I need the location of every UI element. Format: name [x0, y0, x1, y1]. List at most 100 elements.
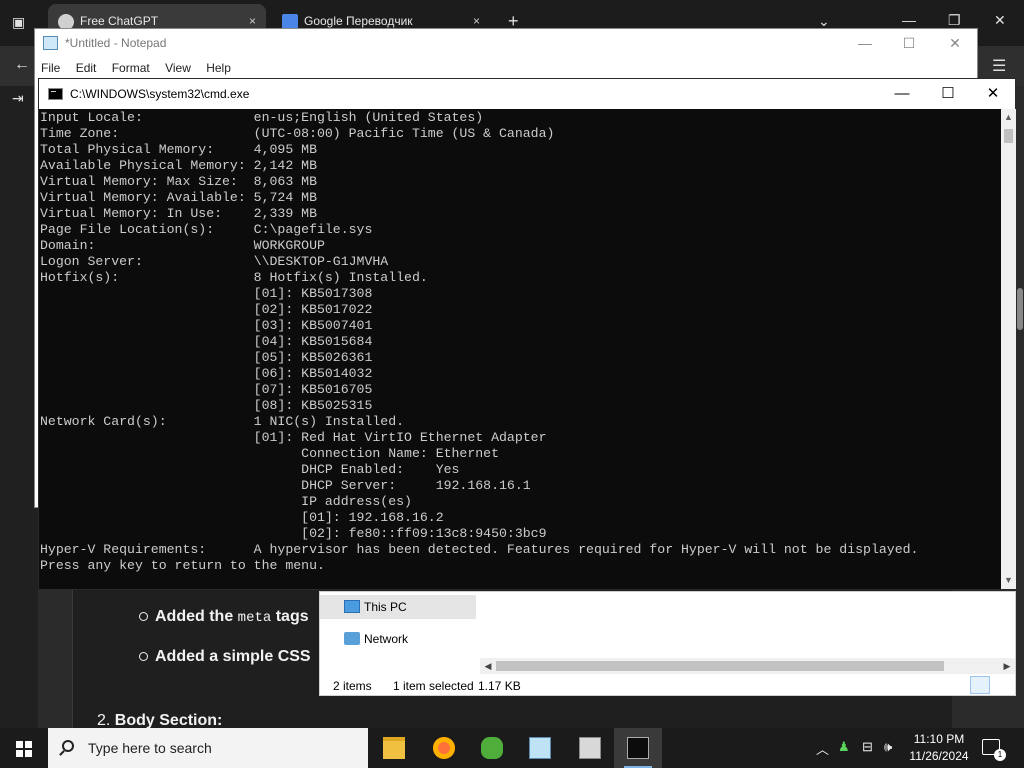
scroll-down-icon[interactable]: ▼	[1001, 572, 1016, 589]
volume-icon[interactable]: 🕪	[884, 739, 892, 755]
notepad-minimize-icon[interactable]: —	[855, 33, 875, 53]
nav-item-this-pc[interactable]: This PC	[320, 595, 476, 619]
menu-icon[interactable]: ☰	[992, 56, 1006, 76]
scroll-right-icon[interactable]: ▶	[999, 658, 1015, 674]
start-button[interactable]	[0, 728, 48, 768]
console-line: [03]: KB5007401	[40, 318, 373, 333]
menu-file[interactable]: File	[41, 57, 60, 79]
nav-item-label: Network	[364, 632, 409, 646]
section-title: Body Section:	[114, 712, 223, 729]
browser-scrollbar[interactable]	[1016, 86, 1024, 728]
computer-icon	[344, 600, 360, 613]
clock-time: 11:10 PM	[913, 732, 965, 746]
console-line: Page File Location(s): C:\pagefile.sys	[40, 222, 373, 237]
scroll-left-icon[interactable]: ◀	[480, 658, 496, 674]
users-icon	[481, 737, 503, 759]
bullet-icon	[139, 652, 148, 662]
people-icon[interactable]: ♟	[838, 739, 850, 755]
console-line: [04]: KB5015684	[40, 334, 373, 349]
cmd-close-icon[interactable]: ✕	[970, 81, 1016, 107]
notepad-close-icon[interactable]: ✕	[945, 33, 965, 53]
cmd-app-icon	[48, 88, 63, 100]
console-output[interactable]: Input Locale: en-us;English (United Stat…	[39, 109, 1001, 589]
tab-close-icon[interactable]: ×	[249, 14, 256, 28]
console-line: [02]: fe80::ff09:13c8:9450:3bc9	[40, 526, 547, 541]
console-line: Connection Name: Ethernet	[40, 446, 499, 461]
details-view-icon[interactable]	[970, 676, 990, 694]
console-line: Domain: WORKGROUP	[40, 238, 325, 253]
browser-minimize-icon[interactable]: —	[902, 12, 916, 28]
tab-title: Free ChatGPT	[80, 14, 159, 28]
nav-item-label: This PC	[364, 600, 407, 614]
console-text: Input Locale: en-us;English (United Stat…	[40, 110, 1001, 574]
console-line: [08]: KB5025315	[40, 398, 373, 413]
notification-center-icon[interactable]: 1	[982, 739, 1006, 761]
folder-icon	[383, 737, 405, 759]
clock-date: 11/26/2024	[909, 749, 969, 763]
sign-in-icon[interactable]: ⇥	[12, 90, 24, 107]
console-line: Virtual Memory: Max Size: 8,063 MB	[40, 174, 317, 189]
cmd-minimize-icon[interactable]: —	[879, 81, 925, 107]
chevron-up-icon[interactable]: ︿	[816, 739, 829, 758]
taskbar-firefox[interactable]	[420, 728, 468, 768]
scroll-up-icon[interactable]: ▲	[1001, 109, 1016, 126]
tab-close-icon[interactable]: ×	[473, 14, 480, 28]
console-line: Network Card(s): 1 NIC(s) Installed.	[40, 414, 405, 429]
search-placeholder: Type here to search	[88, 740, 212, 756]
search-icon	[62, 740, 74, 752]
nav-item-network[interactable]: Network	[320, 627, 476, 651]
taskbar-notepad[interactable]	[516, 728, 564, 768]
cmd-scrollbar-thumb[interactable]	[1004, 129, 1013, 143]
back-arrow-icon[interactable]: ←	[14, 56, 30, 74]
tab-actions-icon[interactable]: ▣	[12, 14, 25, 31]
notepad-title-bar[interactable]: *Untitled - Notepad — ☐ ✕	[35, 29, 977, 57]
network-status-icon[interactable]: ⊟	[862, 739, 873, 755]
list-item-text: Added the	[155, 608, 238, 625]
console-line: [02]: KB5017022	[40, 302, 373, 317]
remote-desktop-icon	[579, 737, 601, 759]
status-size: 1.17 KB	[478, 679, 521, 693]
taskbar-clock[interactable]: 11:10 PM 11/26/2024	[904, 731, 974, 765]
taskbar-users-app[interactable]	[468, 728, 516, 768]
cmd-maximize-icon[interactable]: ☐	[925, 81, 971, 107]
windows-logo-icon	[16, 741, 32, 757]
console-line: DHCP Server: 192.168.16.1	[40, 478, 531, 493]
browser-close-icon[interactable]: ✕	[994, 12, 1006, 29]
notepad-maximize-icon[interactable]: ☐	[899, 33, 919, 53]
list-item: Added the meta tags	[139, 608, 309, 626]
console-line: [06]: KB5014032	[40, 366, 373, 381]
cmd-title: C:\WINDOWS\system32\cmd.exe	[70, 87, 250, 101]
cmd-scrollbar[interactable]: ▲ ▼	[1001, 109, 1016, 589]
explorer-horizontal-scrollbar[interactable]: ◀ ▶	[480, 658, 1015, 674]
console-line: Time Zone: (UTC-08:00) Pacific Time (US …	[40, 126, 555, 141]
browser-restore-icon[interactable]: ❐	[948, 12, 961, 29]
console-line: Logon Server: \\DESKTOP-G1JMVHA	[40, 254, 389, 269]
taskbar-remote-desktop[interactable]	[566, 728, 614, 768]
explorer-scrollbar-thumb[interactable]	[496, 661, 944, 671]
browser-scrollbar-thumb[interactable]	[1017, 288, 1023, 330]
inline-code: meta	[237, 610, 272, 626]
tab-title: Google Переводчик	[304, 14, 413, 28]
browser-sidebar: ⇥	[0, 86, 38, 728]
list-item: Added a simple CSS	[139, 648, 311, 666]
large-icons-view-icon[interactable]	[993, 676, 1013, 694]
console-line: [05]: KB5026361	[40, 350, 373, 365]
notepad-title: *Untitled - Notepad	[65, 36, 167, 50]
console-line: DHCP Enabled: Yes	[40, 462, 460, 477]
console-line: [01]: KB5017308	[40, 286, 373, 301]
console-line: Press any key to return to the menu.	[40, 558, 325, 573]
notification-count-badge: 1	[994, 749, 1006, 761]
menu-format[interactable]: Format	[112, 57, 150, 79]
taskbar-command-prompt[interactable]	[614, 728, 662, 768]
cmd-title-bar[interactable]: C:\WINDOWS\system32\cmd.exe — ☐ ✕	[39, 79, 1015, 109]
status-item-count: 2 items	[333, 679, 372, 693]
menu-view[interactable]: View	[165, 57, 191, 79]
console-line: Hyper-V Requirements: A hypervisor has b…	[40, 542, 919, 557]
taskbar-file-explorer[interactable]	[370, 728, 418, 768]
taskbar-search-box[interactable]: Type here to search	[48, 728, 368, 768]
menu-help[interactable]: Help	[206, 57, 231, 79]
explorer-status-bar: 2 items 1 item selected 1.17 KB	[320, 677, 1015, 696]
console-line: [01]: 192.168.16.2	[40, 510, 444, 525]
console-line: Virtual Memory: Available: 5,724 MB	[40, 190, 317, 205]
menu-edit[interactable]: Edit	[76, 57, 97, 79]
